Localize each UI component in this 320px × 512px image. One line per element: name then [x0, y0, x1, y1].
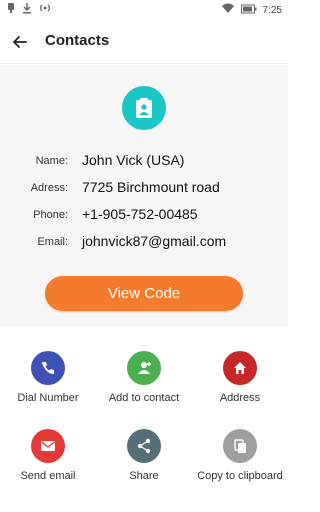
status-bar: 7:25	[0, 0, 288, 20]
phone-label: Phone:	[33, 209, 68, 221]
copy-to-clipboard-label: Copy to clipboard	[197, 470, 283, 482]
view-code-button[interactable]: View Code	[45, 276, 243, 311]
wifi-icon	[221, 1, 235, 19]
battery-icon	[240, 1, 257, 19]
page-title: Contacts	[45, 32, 110, 49]
dial-number-action[interactable]: Dial Number	[0, 351, 96, 421]
send-email-button[interactable]	[31, 429, 65, 463]
contact-details-panel: Name: John Vick (USA) Adress: 7725 Birch…	[0, 65, 288, 326]
phone-row: Phone: +1-905-752-00485	[0, 206, 288, 226]
share-action[interactable]: Share	[96, 429, 192, 499]
add-to-contact-action[interactable]: Add to contact	[96, 351, 192, 421]
action-grid: Dial Number Add to contact Address Send …	[0, 326, 288, 512]
copy-to-clipboard-button[interactable]	[223, 429, 257, 463]
email-value: johnvick87@gmail.com	[82, 233, 227, 249]
contact-badge	[122, 86, 166, 130]
send-email-action[interactable]: Send email	[0, 429, 96, 499]
address-button[interactable]	[223, 351, 257, 385]
download-icon	[22, 1, 32, 19]
add-contact-icon	[138, 362, 151, 374]
email-row: Email: johnvick87@gmail.com	[0, 233, 288, 253]
copy-to-clipboard-action[interactable]: Copy to clipboard	[192, 429, 288, 499]
add-to-contact-button[interactable]	[127, 351, 161, 385]
hotspot-icon	[38, 1, 52, 19]
name-value: John Vick (USA)	[82, 152, 185, 168]
notification-icon	[6, 1, 16, 19]
copy-icon	[234, 439, 246, 453]
arrow-back-icon	[13, 36, 27, 48]
share-icon	[137, 438, 151, 454]
email-label: Email:	[37, 236, 68, 248]
address-action[interactable]: Address	[192, 351, 288, 421]
status-icons-left	[6, 3, 52, 17]
home-icon	[234, 362, 246, 374]
address-value: 7725 Birchmount road	[82, 179, 220, 195]
email-icon	[41, 441, 55, 451]
share-button[interactable]	[127, 429, 161, 463]
address-action-label: Address	[219, 392, 261, 404]
dial-number-button[interactable]	[31, 351, 65, 385]
address-row: Adress: 7725 Birchmount road	[0, 179, 288, 199]
app-bar: Contacts	[0, 20, 288, 64]
status-time: 7:25	[262, 4, 282, 16]
name-label: Name:	[35, 155, 68, 167]
phone-value: +1-905-752-00485	[82, 206, 198, 222]
back-button[interactable]	[8, 30, 32, 54]
address-label: Adress:	[30, 182, 68, 194]
phone-icon	[42, 362, 54, 374]
status-icons-right: 7:25	[221, 3, 282, 17]
name-row: Name: John Vick (USA)	[0, 152, 288, 172]
contact-card-icon	[136, 98, 152, 118]
